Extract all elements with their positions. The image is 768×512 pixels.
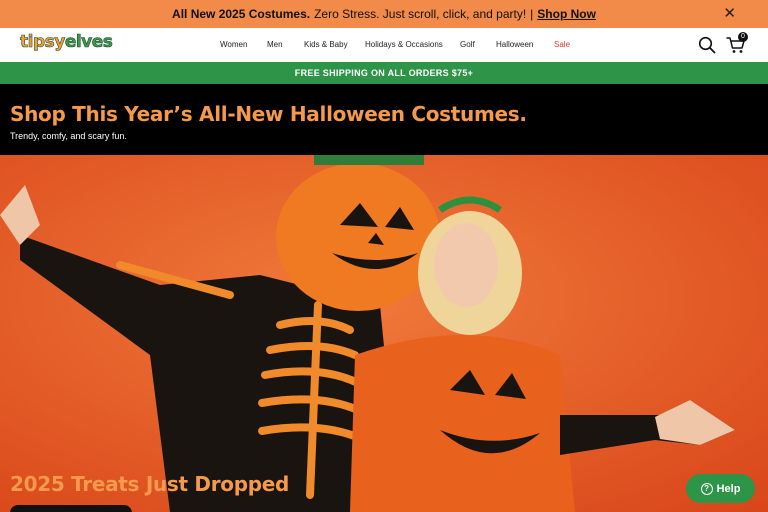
help-icon: ? — [700, 482, 713, 495]
cart-count-badge: 0 — [738, 32, 748, 42]
hero-heading-section: Shop This Year’s All-New Halloween Costu… — [0, 84, 768, 155]
close-icon[interactable]: ✕ — [723, 5, 736, 23]
announcement-bold: All New 2025 Costumes. — [172, 7, 311, 21]
nav-item-sale[interactable]: Sale — [554, 40, 570, 49]
shop-now-link[interactable]: Shop Now — [537, 7, 596, 21]
search-icon[interactable] — [698, 36, 716, 54]
hero-promo-text: 2025 Treats Just Dropped — [10, 472, 290, 496]
shipping-banner[interactable]: FREE SHIPPING ON ALL ORDERS $75+ — [0, 62, 768, 84]
announcement-text: Zero Stress. Just scroll, click, and par… — [314, 7, 527, 21]
nav-item-halloween[interactable]: Halloween — [496, 40, 533, 49]
nav-item-men[interactable]: Men — [267, 40, 283, 49]
help-button[interactable]: ? Help — [686, 474, 755, 503]
shipping-text: FREE SHIPPING ON ALL ORDERS $75+ — [294, 68, 474, 78]
hero-cta-button[interactable] — [10, 505, 132, 512]
hero-title: Shop This Year’s All-New Halloween Costu… — [10, 102, 527, 126]
hero-image[interactable]: 2025 Treats Just Dropped — [0, 155, 768, 512]
announcement-bar: All New 2025 Costumes. Zero Stress. Just… — [0, 0, 768, 28]
nav-item-women[interactable]: Women — [220, 40, 247, 49]
hero-subtitle: Trendy, comfy, and scary fun. — [10, 131, 127, 141]
help-label: Help — [716, 482, 741, 495]
announcement-separator: | — [530, 7, 534, 21]
nav-item-holidays[interactable]: Holidays & Occasions — [365, 40, 443, 49]
main-menu: Women Men Kids & Baby Holidays & Occasio… — [0, 28, 768, 62]
nav-item-golf[interactable]: Golf — [460, 40, 475, 49]
main-header: tipsyelves Women Men Kids & Baby Holiday… — [0, 28, 768, 62]
hero-illustration — [0, 155, 768, 512]
nav-item-kids-baby[interactable]: Kids & Baby — [304, 40, 348, 49]
